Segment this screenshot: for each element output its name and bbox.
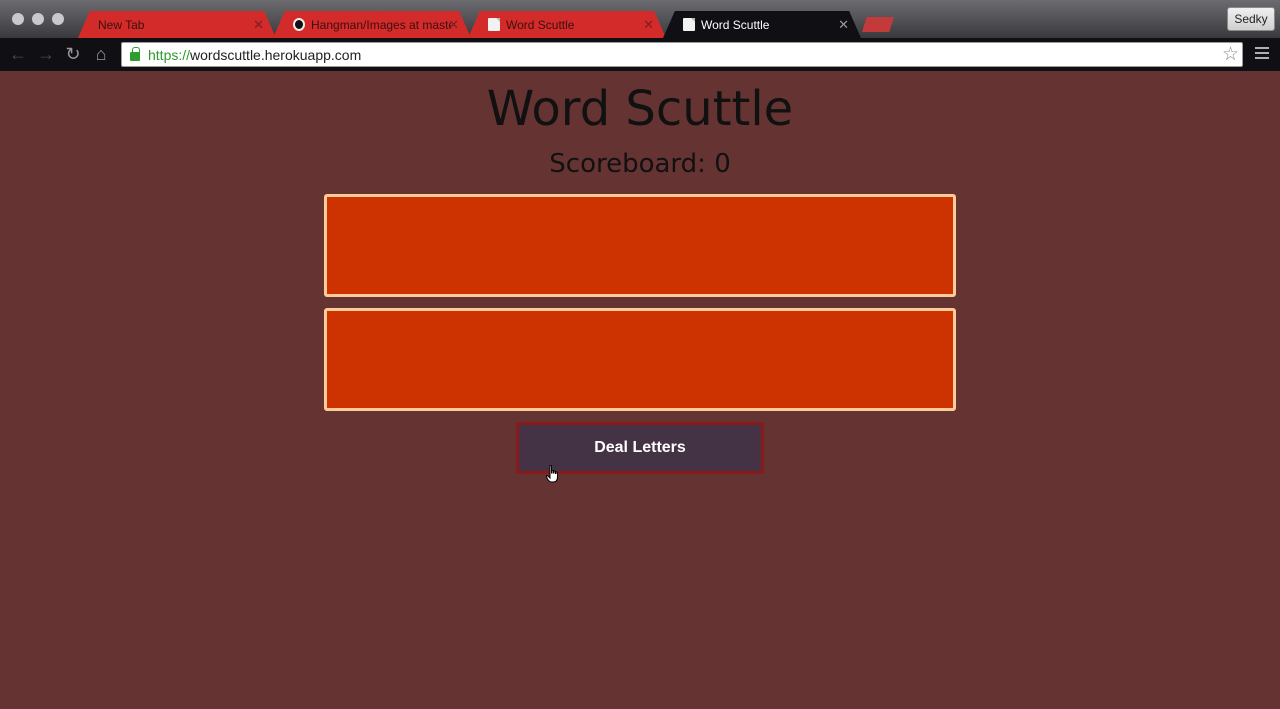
github-icon xyxy=(293,18,305,31)
reload-icon[interactable]: ↻ xyxy=(63,45,83,63)
tab-close-icon[interactable]: ✕ xyxy=(838,17,849,33)
letter-box-bottom[interactable] xyxy=(324,308,956,411)
tab-hangman-images[interactable]: Hangman/Images at maste ✕ xyxy=(273,11,471,38)
url-text[interactable]: https://wordscuttle.herokuapp.com xyxy=(148,47,361,63)
minimize-window-button[interactable] xyxy=(32,13,44,25)
address-bar[interactable]: https://wordscuttle.herokuapp.com ☆ xyxy=(121,42,1243,67)
letter-box-top[interactable] xyxy=(324,194,956,297)
lock-icon xyxy=(130,47,140,61)
hand-cursor-icon xyxy=(546,465,558,483)
zoom-window-button[interactable] xyxy=(52,13,64,25)
tab-title: Word Scuttle xyxy=(506,17,575,32)
tab-title: Hangman/Images at maste xyxy=(311,17,451,32)
page-icon xyxy=(683,18,695,31)
tab-close-icon[interactable]: ✕ xyxy=(643,17,654,33)
forward-arrow-icon[interactable]: → xyxy=(36,45,56,63)
hamburger-menu-icon[interactable] xyxy=(1255,47,1269,60)
browser-titlebar: New Tab ✕ Hangman/Images at maste ✕ Word… xyxy=(0,0,1280,38)
close-window-button[interactable] xyxy=(12,13,24,25)
tab-title: Word Scuttle xyxy=(701,17,770,32)
page-title: Word Scuttle xyxy=(486,81,794,137)
bookmark-star-icon[interactable]: ☆ xyxy=(1222,44,1239,66)
url-host: wordscuttle.herokuapp.com xyxy=(190,46,362,63)
profile-button[interactable]: Sedky xyxy=(1227,7,1275,31)
tab-word-scuttle[interactable]: Word Scuttle ✕ xyxy=(468,11,666,38)
page-content: Word Scuttle Scoreboard: 0 Deal Letters xyxy=(0,71,1280,709)
tab-close-icon[interactable]: ✕ xyxy=(253,17,264,33)
new-tab-button[interactable] xyxy=(862,17,894,32)
tab-new-tab[interactable]: New Tab ✕ xyxy=(78,11,276,38)
url-scheme: https:// xyxy=(148,46,191,63)
scoreboard: Scoreboard: 0 xyxy=(549,149,731,179)
tab-word-scuttle-active[interactable]: Word Scuttle ✕ xyxy=(663,11,861,38)
tab-title: New Tab xyxy=(98,17,145,32)
page-icon xyxy=(488,18,500,31)
home-icon[interactable]: ⌂ xyxy=(91,45,111,63)
tab-close-icon[interactable]: ✕ xyxy=(448,17,459,33)
back-arrow-icon[interactable]: ← xyxy=(8,45,28,63)
